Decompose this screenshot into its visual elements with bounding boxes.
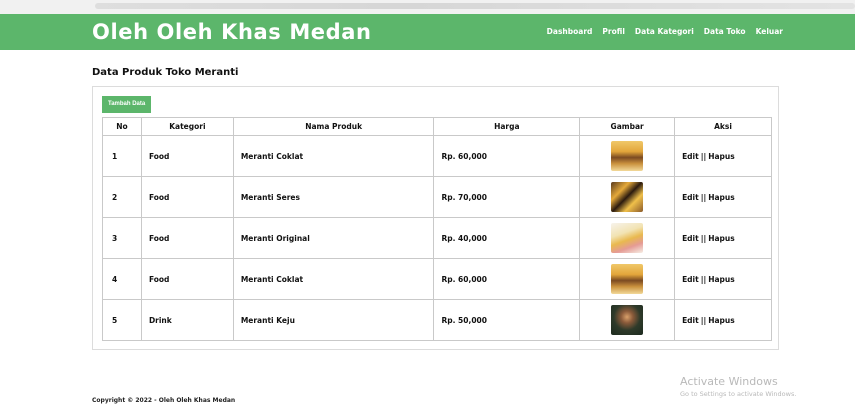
- product-card: Tambah Data No Kategori Nama Produk Harg…: [92, 86, 779, 350]
- header-no: No: [102, 117, 142, 136]
- header-nama-produk: Nama Produk: [232, 117, 435, 136]
- hapus-link[interactable]: Hapus: [708, 234, 735, 243]
- edit-link[interactable]: Edit: [682, 152, 699, 161]
- edit-link[interactable]: Edit: [682, 275, 699, 284]
- cell-nama-produk: Meranti Original: [232, 217, 435, 259]
- cell-aksi: Edit || Hapus: [674, 135, 772, 177]
- action-separator: ||: [700, 192, 707, 202]
- page-title: Data Produk Toko Meranti: [92, 67, 239, 78]
- cell-no: 2: [102, 176, 142, 218]
- hapus-link[interactable]: Hapus: [708, 275, 735, 284]
- cell-aksi: Edit || Hapus: [674, 258, 772, 300]
- nav-dashboard[interactable]: Dashboard: [547, 27, 593, 36]
- cell-aksi: Edit || Hapus: [674, 299, 772, 341]
- hapus-link[interactable]: Hapus: [708, 316, 735, 325]
- nav-data-toko[interactable]: Data Toko: [704, 27, 746, 36]
- table-row: 2 Food Meranti Seres Rp. 70,000 Edit || Ha…: [102, 176, 772, 218]
- cell-nama-produk: Meranti Coklat: [232, 258, 435, 300]
- cell-no: 3: [102, 217, 142, 259]
- add-data-button[interactable]: Tambah Data: [102, 96, 152, 113]
- cell-kategori: Food: [140, 258, 234, 300]
- main-nav: Dashboard Profil Data Kategori Data Toko…: [547, 27, 783, 36]
- brand-title[interactable]: Oleh Oleh Khas Medan: [92, 20, 372, 44]
- cell-gambar: [579, 299, 676, 341]
- cell-kategori: Food: [140, 135, 234, 177]
- table-row: 1 Food Meranti Coklat Rp. 60,000 Edit || H…: [102, 135, 772, 177]
- cell-harga: Rp. 70,000: [433, 176, 581, 218]
- cell-harga: Rp. 40,000: [433, 217, 581, 259]
- footer-copyright: Copyright © 2022 - Oleh Oleh Khas Medan: [92, 397, 236, 404]
- cell-nama-produk: Meranti Coklat: [232, 135, 435, 177]
- product-image: [611, 182, 644, 212]
- watermark-title: Activate Windows: [680, 375, 778, 388]
- product-image: [611, 305, 644, 335]
- nav-profil[interactable]: Profil: [602, 27, 624, 36]
- action-separator: ||: [700, 274, 707, 284]
- cell-aksi: Edit || Hapus: [674, 176, 772, 218]
- cell-kategori: Food: [140, 176, 234, 218]
- cell-gambar: [579, 258, 676, 300]
- cell-kategori: Drink: [140, 299, 234, 341]
- table-header-row: No Kategori Nama Produk Harga Gambar Aks…: [102, 117, 772, 136]
- browser-top-strip: [0, 0, 855, 14]
- action-separator: ||: [700, 151, 707, 161]
- cell-kategori: Food: [140, 217, 234, 259]
- cell-harga: Rp. 60,000: [433, 258, 581, 300]
- product-image: [611, 223, 644, 253]
- cell-no: 5: [102, 299, 142, 341]
- cell-no: 4: [102, 258, 142, 300]
- cell-gambar: [579, 135, 676, 177]
- header-harga: Harga: [433, 117, 581, 136]
- table-row: 3 Food Meranti Original Rp. 40,000 Edit |…: [102, 217, 772, 259]
- action-separator: ||: [700, 233, 707, 243]
- cell-harga: Rp. 60,000: [433, 135, 581, 177]
- blurred-toolbar: [95, 3, 855, 9]
- header-kategori: Kategori: [140, 117, 234, 136]
- cell-no: 1: [102, 135, 142, 177]
- header-gambar: Gambar: [579, 117, 676, 136]
- header-aksi: Aksi: [674, 117, 772, 136]
- cell-aksi: Edit || Hapus: [674, 217, 772, 259]
- product-image: [611, 141, 644, 171]
- hapus-link[interactable]: Hapus: [708, 152, 735, 161]
- cell-nama-produk: Meranti Keju: [232, 299, 435, 341]
- cell-gambar: [579, 176, 676, 218]
- edit-link[interactable]: Edit: [682, 234, 699, 243]
- activate-windows-watermark: Activate Windows Go to Settings to activ…: [680, 375, 796, 398]
- edit-link[interactable]: Edit: [682, 316, 699, 325]
- nav-data-kategori[interactable]: Data Kategori: [635, 27, 694, 36]
- hapus-link[interactable]: Hapus: [708, 193, 735, 202]
- table-row: 5 Drink Meranti Keju Rp. 50,000 Edit || Ha…: [102, 299, 772, 341]
- cell-gambar: [579, 217, 676, 259]
- product-image: [611, 264, 644, 294]
- nav-keluar[interactable]: Keluar: [756, 27, 783, 36]
- table-row: 4 Food Meranti Coklat Rp. 60,000 Edit || H…: [102, 258, 772, 300]
- watermark-subtitle: Go to Settings to activate Windows.: [680, 390, 797, 398]
- edit-link[interactable]: Edit: [682, 193, 699, 202]
- cell-nama-produk: Meranti Seres: [232, 176, 435, 218]
- product-table: No Kategori Nama Produk Harga Gambar Aks…: [102, 117, 772, 341]
- action-separator: ||: [700, 315, 707, 325]
- navbar: Oleh Oleh Khas Medan Dashboard Profil Da…: [0, 14, 855, 50]
- cell-harga: Rp. 50,000: [433, 299, 581, 341]
